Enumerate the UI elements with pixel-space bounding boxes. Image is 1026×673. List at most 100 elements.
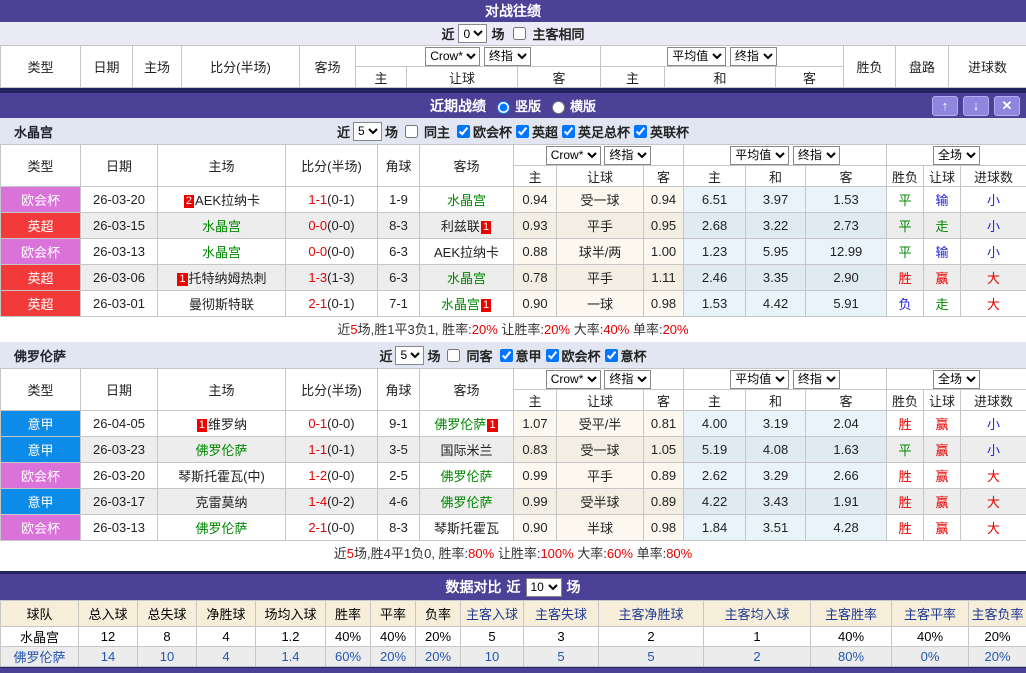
comparison-value-cell: 8 [138,627,197,647]
result-cell: 平 [887,437,924,463]
handicap-home-odds: 0.99 [514,463,557,489]
league-checkbox[interactable] [634,125,647,138]
col-e-home: 主 [601,67,665,88]
games-label: 场 [427,346,440,365]
handicap-home-odds: 0.90 [514,291,557,317]
bookmaker-select[interactable]: Crow* [425,47,480,66]
games-label: 场 [385,122,398,141]
league-checkbox[interactable] [516,125,529,138]
col-win: 胜负 [844,46,896,88]
result-cell: 平 [887,213,924,239]
same-away-checkbox[interactable] [447,349,460,362]
league-checkbox[interactable] [457,125,470,138]
league-filter[interactable]: 意甲 [496,346,542,365]
same-home-away-checkbox[interactable] [513,27,526,40]
league-filter[interactable]: 欧会杯 [542,346,601,365]
league-filter[interactable]: 欧会杯 [453,122,512,141]
handicap-result-cell: 赢 [924,411,961,437]
team-count-select[interactable]: 5 [353,122,382,141]
final-odds-select-2[interactable]: 终指 [730,47,777,66]
away-team-cell: 水晶宫1 [420,291,514,317]
move-down-button[interactable]: ↓ [963,96,989,116]
league-checkbox[interactable] [546,349,559,362]
horizontal-radio-label[interactable]: 横版 [547,96,596,115]
final-odds-select[interactable]: 终指 [604,370,651,389]
comparison-header: 主客失球 [524,601,599,627]
comparison-value-cell: 5 [524,647,599,667]
score-cell: 1-3(1-3) [286,265,378,291]
col-handicap-result: 让球 [924,390,961,411]
horizontal-radio[interactable] [552,101,565,114]
comparison-count-select[interactable]: 10 [526,578,562,597]
euro-draw-odds: 5.95 [746,239,806,265]
col-h-home: 主 [514,390,557,411]
match-row: 意甲26-03-17克雷莫纳1-4(0-2)4-6佛罗伦萨0.99受半球0.89… [1,489,1026,515]
handicap-away-odds: 0.94 [644,187,684,213]
final-odds-select[interactable]: 终指 [484,47,531,66]
home-team-cell: 琴斯托霍瓦(中) [158,463,286,489]
handicap-home-odds: 1.07 [514,411,557,437]
move-up-button[interactable]: ↑ [932,96,958,116]
league-checkbox[interactable] [500,349,513,362]
vertical-radio[interactable] [497,101,510,114]
away-team-cell: 水晶宫 [420,265,514,291]
handicap-result-cell: 走 [924,213,961,239]
league-cell: 欧会杯 [1,463,81,489]
league-checkbox[interactable] [562,125,575,138]
comparison-header: 平率 [371,601,416,627]
final-odds-select-2[interactable]: 终指 [793,146,840,165]
euro-draw-odds: 4.08 [746,437,806,463]
match-header-row-1: 类型 日期 主场 比分(半场) 角球 客场 Crow* 终指 平均值 终指 全场 [1,145,1026,166]
scope-select[interactable]: 全场 [933,146,980,165]
vertical-radio-label[interactable]: 竖版 [492,96,541,115]
comparison-value-cell: 20% [969,627,1026,647]
comparison-bar: 数据对比 近 10 场 [0,571,1026,600]
h2h-table: 类型 日期 主场 比分(半场) 客场 Crow* 终指 平均值 终指 胜负 盘路… [0,45,1026,88]
euro-draw-odds: 3.35 [746,265,806,291]
near-label: 近 [379,346,392,365]
league-checkbox[interactable] [605,349,618,362]
final-odds-select-2[interactable]: 终指 [793,370,840,389]
bookmaker-select[interactable]: Crow* [546,370,601,389]
scope-select-cell: 全场 [887,369,1026,390]
average-select[interactable]: 平均值 [667,47,726,66]
euro-home-odds: 2.68 [684,213,746,239]
away-team-cell: AEK拉纳卡 [420,239,514,265]
match-table: 类型 日期 主场 比分(半场) 角球 客场 Crow* 终指 平均值 终指 全场 [0,368,1026,541]
comparison-value-cell: 5 [599,647,704,667]
euro-away-odds: 2.73 [806,213,887,239]
rank-badge: 1 [177,273,187,286]
league-filter[interactable]: 英超 [512,122,558,141]
bookmaker-select[interactable]: Crow* [546,146,601,165]
comparison-value-cell: 40% [892,627,969,647]
average-select[interactable]: 平均值 [730,146,789,165]
col-e-away: 客 [806,166,887,187]
col-home: 主场 [158,145,286,187]
comparison-value-cell: 3 [524,627,599,647]
result-cell: 胜 [887,515,924,541]
corner-cell: 1-9 [378,187,420,213]
league-filter[interactable]: 英足总杯 [558,122,630,141]
same-home-checkbox[interactable] [405,125,418,138]
handicap-away-odds: 1.00 [644,239,684,265]
scope-select[interactable]: 全场 [933,370,980,389]
h2h-count-select[interactable]: 0 [458,24,487,43]
score-cell: 1-4(0-2) [286,489,378,515]
league-filter[interactable]: 意杯 [601,346,647,365]
league-filter[interactable]: 英联杯 [630,122,689,141]
final-odds-select[interactable]: 终指 [604,146,651,165]
team-count-select[interactable]: 5 [395,346,424,365]
comparison-value-cell: 1.4 [256,647,326,667]
comparison-header: 场均入球 [256,601,326,627]
match-row: 意甲26-04-051维罗纳0-1(0-0)9-1佛罗伦萨11.07受平/半0.… [1,411,1026,437]
col-e-away: 客 [776,67,844,88]
away-team-cell: 佛罗伦萨 [420,463,514,489]
score-cell: 1-2(0-0) [286,463,378,489]
close-button[interactable]: ✕ [994,96,1020,116]
comparison-value-cell: 20% [969,647,1026,667]
result-cell: 平 [887,239,924,265]
comparison-value-cell: 5 [461,627,524,647]
average-select[interactable]: 平均值 [730,370,789,389]
col-h-away: 客 [518,67,601,88]
comparison-value-cell: 20% [416,647,461,667]
